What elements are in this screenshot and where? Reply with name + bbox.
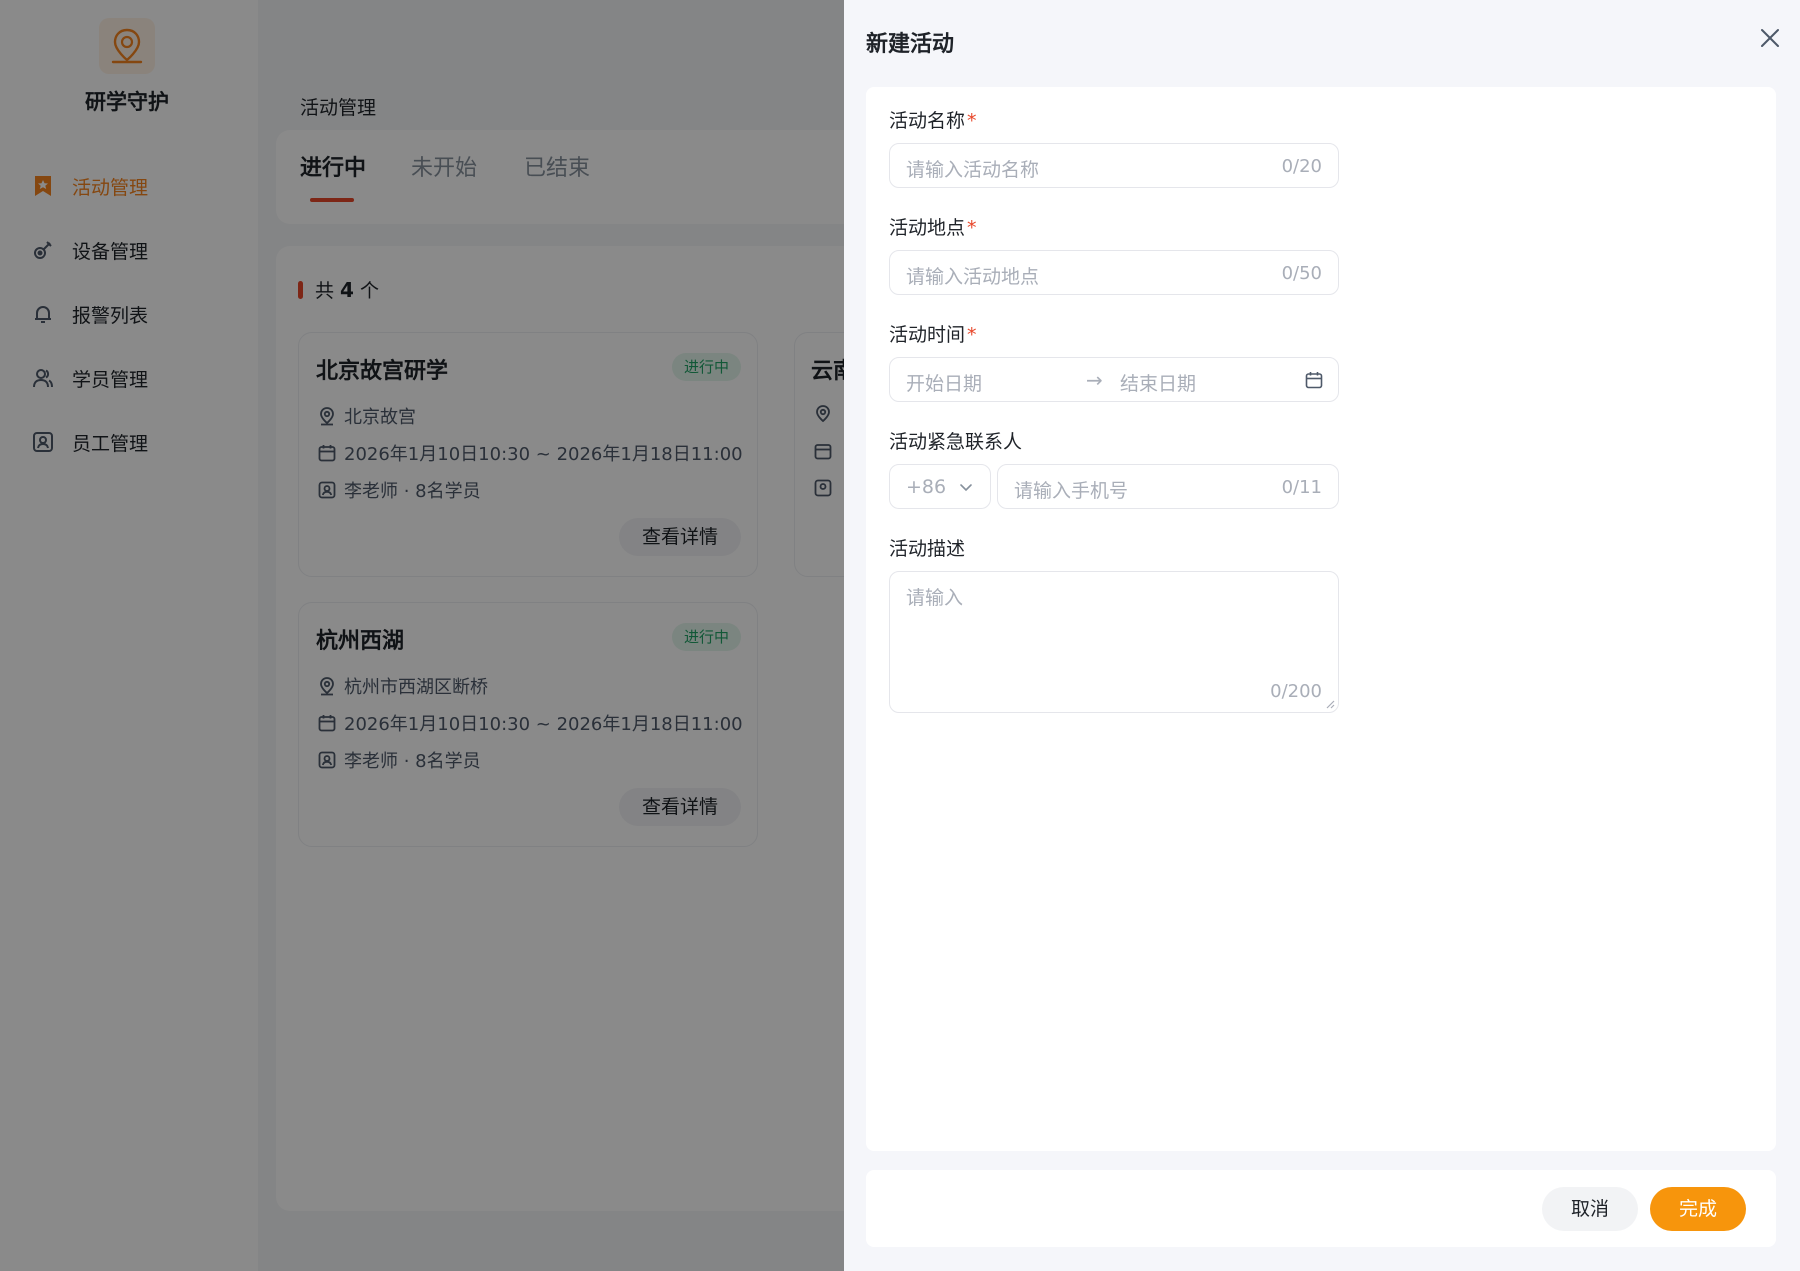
end-date-placeholder[interactable]: 结束日期 — [1120, 369, 1196, 396]
required-mark: * — [967, 324, 977, 346]
input-placeholder: 请输入手机号 — [1014, 480, 1129, 502]
country-code-select[interactable]: +86 — [889, 464, 991, 509]
phone-input[interactable]: 请输入手机号 0/11 — [997, 464, 1339, 509]
activity-name-label: 活动名称 * — [889, 106, 977, 133]
char-counter: 0/11 — [1281, 477, 1322, 498]
calendar-icon — [1305, 372, 1323, 389]
required-mark: * — [967, 110, 977, 132]
input-placeholder: 请输入活动名称 — [906, 159, 1040, 181]
drawer-title: 新建活动 — [866, 32, 955, 57]
chevron-down-icon — [960, 484, 972, 492]
emergency-contact-label: 活动紧急联系人 — [889, 431, 1023, 453]
close-button[interactable] — [1756, 24, 1784, 52]
confirm-button[interactable]: 完成 — [1650, 1187, 1746, 1231]
resize-grip-icon[interactable] — [1325, 699, 1335, 709]
activity-form: 活动名称 * 请输入活动名称 0/20 活动地点 * 请输入活动地点 0/50 活动… — [866, 87, 1776, 1151]
drawer-footer: 取消 完成 — [866, 1170, 1776, 1247]
char-counter: 0/50 — [1281, 263, 1322, 284]
char-counter: 0/20 — [1281, 156, 1322, 177]
required-mark: * — [967, 217, 977, 239]
activity-location-input[interactable]: 请输入活动地点 0/50 — [889, 250, 1339, 295]
label-text: 活动时间 — [889, 324, 966, 346]
textarea-placeholder: 请输入 — [906, 587, 964, 609]
label-text: 活动名称 — [889, 110, 966, 132]
activity-name-input[interactable]: 请输入活动名称 0/20 — [889, 143, 1339, 188]
activity-description-label: 活动描述 — [889, 538, 966, 560]
start-date-placeholder[interactable]: 开始日期 — [906, 369, 982, 396]
cancel-button[interactable]: 取消 — [1542, 1187, 1638, 1231]
country-code-value: +86 — [906, 476, 947, 498]
activity-location-label: 活动地点 * — [889, 213, 977, 240]
char-counter: 0/200 — [1270, 681, 1322, 702]
activity-description-textarea[interactable]: 请输入 0/200 — [889, 571, 1339, 713]
create-activity-drawer: 新建活动 活动名称 * 请输入活动名称 0/20 活动地点 * 请输入活动地点 0/… — [844, 0, 1800, 1271]
label-text: 活动地点 — [889, 217, 966, 239]
date-range-picker[interactable]: 开始日期 → 结束日期 — [889, 357, 1339, 402]
input-placeholder: 请输入活动地点 — [906, 266, 1040, 288]
range-arrow-icon: → — [1086, 368, 1103, 392]
activity-time-label: 活动时间 * — [889, 320, 977, 347]
close-icon — [1761, 29, 1779, 47]
